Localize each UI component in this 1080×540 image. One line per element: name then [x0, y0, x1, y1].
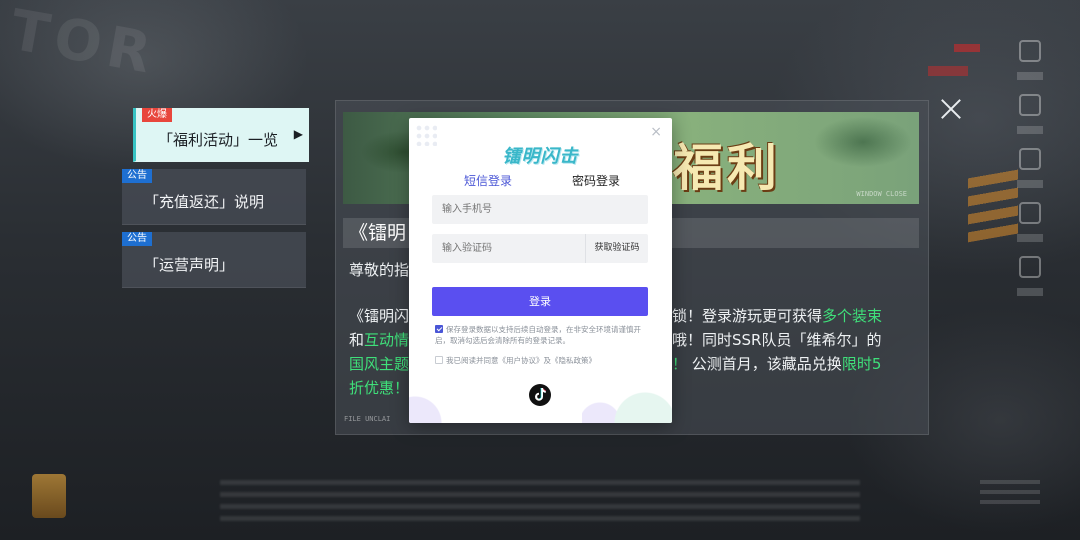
agreement-option: 我已阅读并同意《用户协议》及《隐私政策》: [435, 355, 649, 366]
announcement-text-right: 锁！登录游玩更可获得多个装束 哦！同时SSR队员「维希尔」的: [672, 304, 882, 352]
blurred-label: [1017, 234, 1043, 242]
phone-input[interactable]: [432, 195, 648, 224]
gear-icon: [1019, 256, 1041, 278]
agreement-label: 我已阅读并同意《用户协议》及《隐私政策》: [446, 356, 596, 365]
headset-icon: [1019, 148, 1041, 170]
sidebar-item-welfare-activities[interactable]: 火爆 「福利活动」一览 ▶: [133, 108, 309, 162]
tiktok-icon[interactable]: [529, 384, 551, 406]
notice-badge: 公告: [122, 169, 152, 183]
menu-icon: [1019, 40, 1041, 62]
text-fragment: 和: [349, 331, 365, 349]
sidebar-item-label: 「福利活动」一览: [158, 131, 279, 149]
play-arrow-icon: ▶: [293, 127, 303, 141]
highlight-text: 折优惠！: [349, 379, 410, 397]
highlight-text: 限时5: [841, 355, 882, 373]
highlight-text: 互动情: [364, 331, 410, 349]
sidebar-item-operation-statement[interactable]: 公告 「运营声明」: [122, 232, 306, 288]
blurred-label: [1017, 126, 1043, 134]
file-note: FILE UNCLAI: [344, 415, 391, 423]
tiktok-glyph: [535, 388, 546, 401]
text-fragment: 锁！登录游玩更可获得: [672, 307, 823, 325]
tab-password-login[interactable]: 密码登录: [572, 172, 620, 189]
save-login-option: 保存登录数据以支持后续自动登录，在非安全环境请谨慎开启，取消勾选后会清除所有的登…: [435, 324, 649, 346]
announcement-text-left: 《镭明闪 和互动情 国风主题 折优惠！: [349, 304, 409, 400]
login-dialog: × 镭明闪击 短信登录 密码登录 获取验证码 登录 保存登录数据以支持后续自动登…: [409, 118, 672, 423]
background-decoration: [954, 44, 980, 52]
sidebar-item-label: 「充值返还」说明: [144, 193, 265, 211]
agreement-checkbox[interactable]: [435, 356, 443, 364]
game-logo: 镭明闪击: [502, 146, 579, 167]
background-decoration: [928, 66, 968, 76]
save-login-checkbox[interactable]: [435, 325, 443, 333]
notice-badge: 公告: [122, 232, 152, 246]
login-button[interactable]: 登录: [432, 287, 648, 316]
menu-icon: [1019, 94, 1041, 116]
highlight-text: 国风主题: [349, 355, 410, 373]
blurred-label: [1017, 72, 1043, 80]
sidebar-item-recharge-return[interactable]: 公告 「充值返还」说明: [122, 169, 306, 225]
dialog-decoration: [582, 383, 672, 423]
save-login-label: 保存登录数据以支持后续自动登录，在非安全环境请谨慎开启，取消勾选后会清除所有的登…: [435, 325, 641, 345]
text-fragment: 哦！同时SSR队员「维希尔」的: [672, 331, 882, 349]
image-icon: [1019, 202, 1041, 224]
blurred-label: [1017, 288, 1043, 296]
get-code-button[interactable]: 获取验证码: [585, 234, 648, 263]
banner-caption: WINDOW CLOSE: [856, 190, 907, 198]
blurred-version-text: [980, 480, 1040, 510]
highlight-text: 多个装束: [822, 307, 883, 325]
blurred-label: [1017, 180, 1043, 188]
close-icon[interactable]: ×: [650, 124, 662, 140]
tab-sms-login[interactable]: 短信登录: [464, 172, 512, 189]
announcement-text-right-2: ！ 公测首月，该藏品兑换限时5: [672, 352, 881, 376]
corner-app-icon: [32, 474, 66, 518]
sidebar-item-label: 「运营声明」: [144, 256, 235, 274]
close-icon[interactable]: [938, 96, 964, 122]
highlight-text: ！: [672, 355, 688, 373]
banner-title: 福利: [673, 138, 781, 197]
blurred-footer-text: [220, 480, 860, 528]
text-fragment: 公测首月，该藏品兑换: [691, 355, 842, 373]
background-side-menu: [1004, 40, 1056, 400]
hot-badge: 火爆: [142, 108, 172, 122]
dialog-decoration: [409, 389, 469, 423]
announcement-greeting: 尊敬的指: [349, 261, 410, 279]
text-fragment: 《镭明闪: [349, 307, 410, 325]
